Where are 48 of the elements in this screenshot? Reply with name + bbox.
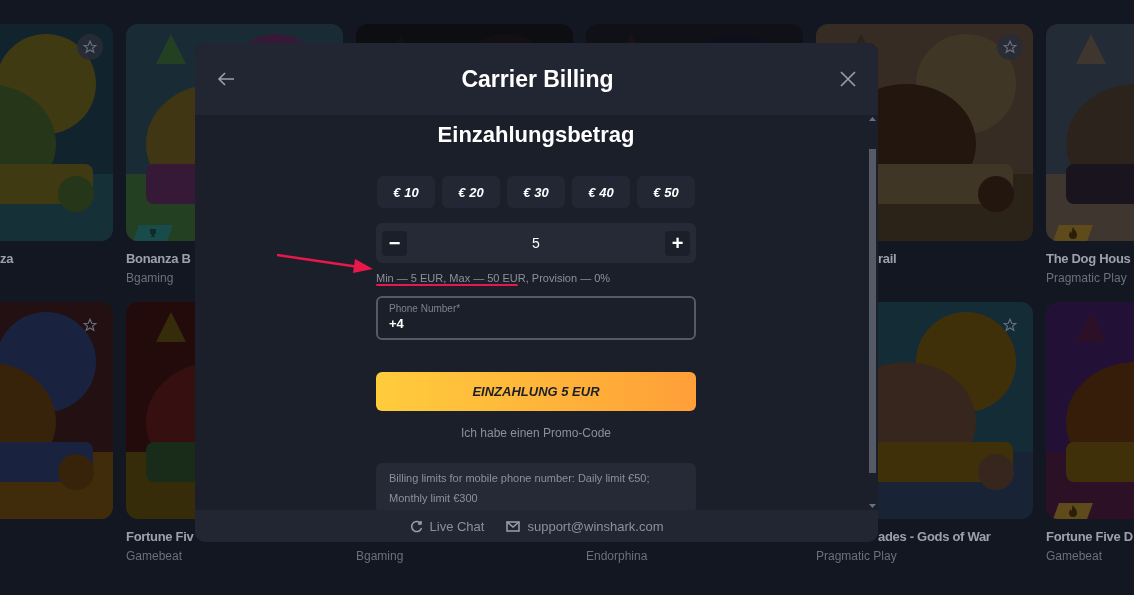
- game-title[interactable]: Fortune Five D: [1046, 529, 1133, 544]
- game-title[interactable]: rail: [878, 251, 897, 266]
- star-icon: [83, 40, 97, 54]
- game-provider: Pragmatic Play: [816, 549, 897, 563]
- amount-chip[interactable]: € 10: [377, 176, 435, 208]
- scrollbar[interactable]: [866, 115, 878, 510]
- phone-field[interactable]: Phone Number* +4: [376, 296, 696, 340]
- increase-button[interactable]: +: [665, 230, 690, 256]
- promo-code-link[interactable]: Ich habe einen Promo-Code: [460, 426, 612, 440]
- game-provider: Endorphina: [586, 549, 648, 563]
- phone-input[interactable]: +4: [389, 314, 683, 331]
- game-title[interactable]: za: [0, 251, 14, 266]
- game-provider: Gamebeat: [126, 549, 183, 563]
- back-arrow-icon: [217, 72, 235, 86]
- live-chat-link[interactable]: Live Chat: [409, 518, 485, 534]
- limits-hint: Min — 5 EUR, Max — 50 EUR, Provision — 0%: [376, 272, 611, 284]
- star-icon: [1003, 40, 1017, 54]
- billing-info: Billing limits for mobile phone number: Daily limit €50; Monthly limit €300: [376, 463, 696, 513]
- scroll-up-icon: [868, 117, 876, 121]
- game-provider: Bgaming: [356, 549, 404, 563]
- amount-chip[interactable]: € 40: [572, 176, 630, 208]
- mail-icon: [506, 520, 521, 532]
- amount-chip[interactable]: € 30: [507, 176, 565, 208]
- star-icon: [1003, 318, 1017, 332]
- game-provider: Pragmatic Play: [1046, 271, 1127, 285]
- support-email-link[interactable]: support@winshark.com: [506, 518, 664, 534]
- flame-icon: [1068, 227, 1078, 239]
- game-provider: Bgaming: [126, 271, 174, 285]
- field-label: Phone Number*: [389, 303, 462, 314]
- game-title[interactable]: Bonanza B: [126, 251, 191, 266]
- amount-input[interactable]: 5: [407, 234, 665, 252]
- trophy-icon: [148, 228, 158, 238]
- close-icon: [840, 71, 856, 87]
- game-title[interactable]: Fortune Fiv: [126, 529, 194, 544]
- scroll-down-icon: [868, 504, 876, 508]
- deposit-button[interactable]: EINZAHLUNG 5 EUR: [376, 372, 696, 411]
- dialog-title: Carrier Billing: [461, 65, 614, 93]
- amount-stepper[interactable]: − 5 +: [376, 223, 696, 263]
- flame-icon: [1068, 505, 1078, 517]
- game-title[interactable]: ades - Gods of War: [878, 529, 991, 544]
- star-icon: [83, 318, 97, 332]
- decrease-button[interactable]: −: [382, 230, 407, 256]
- game-provider: Gamebeat: [1046, 549, 1103, 563]
- chat-icon: [409, 519, 423, 533]
- amount-chip[interactable]: € 50: [637, 176, 695, 208]
- amount-chip[interactable]: € 20: [442, 176, 500, 208]
- game-title[interactable]: The Dog Hous: [1046, 251, 1131, 266]
- section-heading: Einzahlungsbetrag: [436, 122, 636, 148]
